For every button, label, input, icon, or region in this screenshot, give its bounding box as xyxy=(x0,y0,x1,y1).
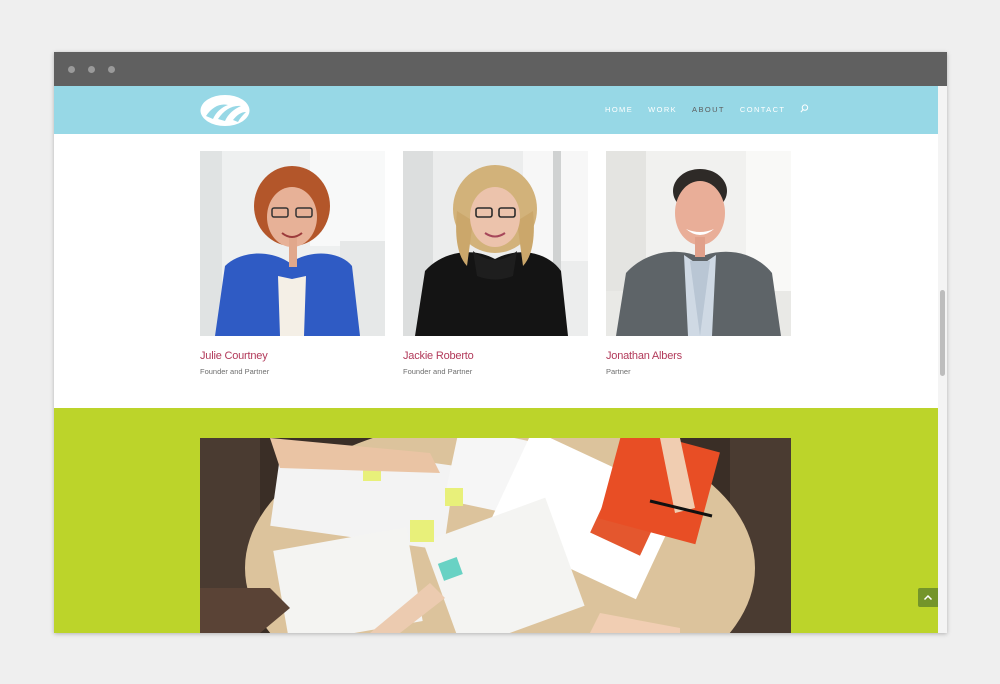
member-name[interactable]: Julie Courtney xyxy=(200,350,385,362)
page-viewport: HOME WORK ABOUT CONTACT Julie Courtney F… xyxy=(54,86,938,633)
team-member-card: Jackie Roberto Founder and Partner xyxy=(403,151,588,376)
main-nav: HOME WORK ABOUT CONTACT xyxy=(605,104,809,114)
search-icon[interactable] xyxy=(800,104,809,113)
member-name[interactable]: Jonathan Albers xyxy=(606,350,791,362)
member-role: Founder and Partner xyxy=(403,367,473,376)
member-photo[interactable] xyxy=(200,151,385,336)
browser-titlebar xyxy=(54,52,947,86)
member-role: Founder and Partner xyxy=(200,367,270,376)
site-header: HOME WORK ABOUT CONTACT xyxy=(54,86,938,134)
logo-icon[interactable] xyxy=(200,95,250,126)
team-section: Julie Courtney Founder and Partner Jacki… xyxy=(200,151,791,391)
nav-home[interactable]: HOME xyxy=(605,105,633,114)
scroll-to-top-button[interactable] xyxy=(918,588,938,607)
scrollbar-thumb[interactable] xyxy=(940,290,945,376)
browser-window: HOME WORK ABOUT CONTACT Julie Courtney F… xyxy=(54,52,947,633)
work-session-photo[interactable] xyxy=(200,438,791,633)
member-photo[interactable] xyxy=(606,151,791,336)
nav-about[interactable]: ABOUT xyxy=(692,105,725,114)
scrollbar[interactable] xyxy=(938,86,947,633)
team-member-card: Julie Courtney Founder and Partner xyxy=(200,151,385,376)
nav-contact[interactable]: CONTACT xyxy=(740,105,786,114)
work-section xyxy=(54,408,938,633)
window-dot-maximize[interactable] xyxy=(108,66,115,73)
nav-work[interactable]: WORK xyxy=(648,105,677,114)
team-member-card: Jonathan Albers Partner xyxy=(606,151,791,376)
window-dot-minimize[interactable] xyxy=(88,66,95,73)
member-role: Partner xyxy=(606,367,631,376)
member-photo[interactable] xyxy=(403,151,588,336)
window-dot-close[interactable] xyxy=(68,66,75,73)
member-name[interactable]: Jackie Roberto xyxy=(403,350,588,362)
chevron-up-icon xyxy=(923,594,933,601)
